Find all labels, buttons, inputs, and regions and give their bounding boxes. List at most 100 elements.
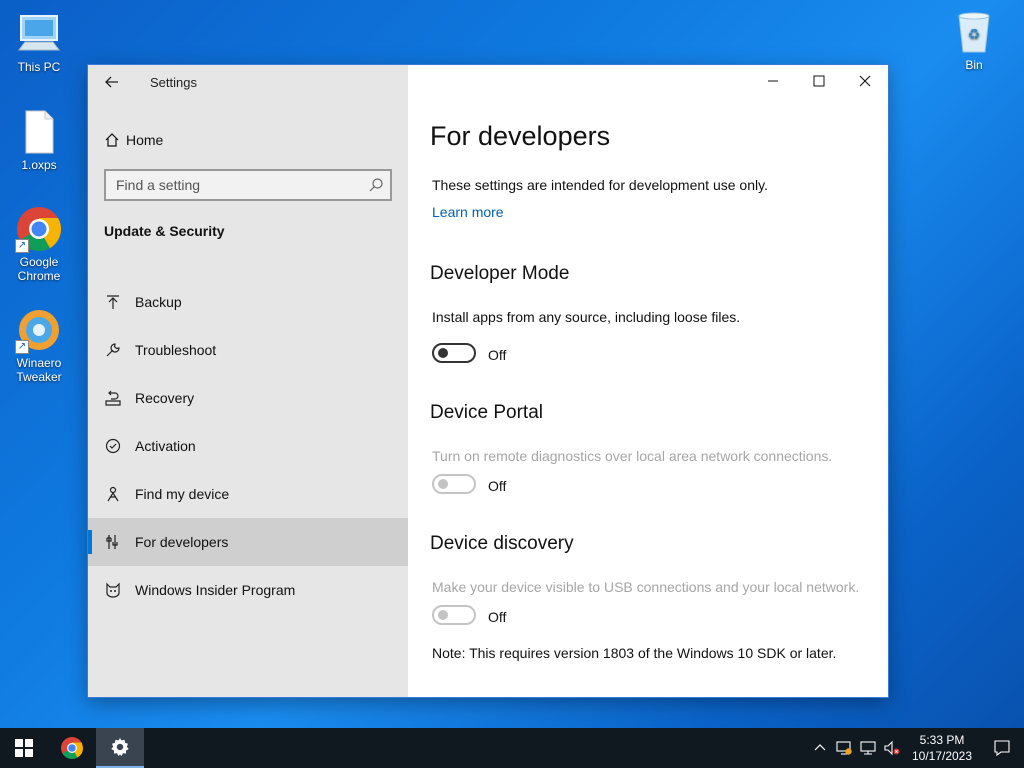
tray-network-button[interactable] xyxy=(856,728,880,768)
toggle-knob xyxy=(438,348,448,358)
desktop-icon-recycle-bin[interactable]: ♻ Bin xyxy=(939,8,1009,72)
sidebar-item-label: Troubleshoot xyxy=(135,342,217,358)
sidebar-item-recovery[interactable]: Recovery xyxy=(88,374,408,422)
check-circle-icon xyxy=(104,437,122,455)
desktop-icon-winaero-tweaker[interactable]: ↗ Winaero Tweaker xyxy=(4,306,74,384)
search-input[interactable] xyxy=(106,171,346,199)
sidebar-item-find-my-device[interactable]: Find my device xyxy=(88,470,408,518)
computer-icon xyxy=(15,10,63,58)
home-label: Home xyxy=(126,132,164,148)
device-discovery-state: Off xyxy=(488,609,507,625)
sidebar-item-label: For developers xyxy=(135,534,229,550)
maximize-button[interactable] xyxy=(796,65,842,97)
toggle-knob xyxy=(438,610,448,620)
content-pane: For developers These settings are intend… xyxy=(408,65,888,697)
section-title: Update & Security xyxy=(104,223,225,239)
svg-text:♻: ♻ xyxy=(968,27,981,43)
desktop-icon-google-chrome[interactable]: ↗ Google Chrome xyxy=(4,205,74,283)
close-button[interactable] xyxy=(842,65,888,97)
wrench-icon xyxy=(104,341,122,359)
intro-text: These settings are intended for developm… xyxy=(432,177,768,193)
home-link[interactable]: Home xyxy=(104,129,163,151)
page-title: For developers xyxy=(430,121,611,151)
chevron-up-icon xyxy=(814,744,826,751)
device-portal-toggle[interactable] xyxy=(432,474,476,494)
toggle-knob xyxy=(438,479,448,489)
notification-icon xyxy=(994,740,1010,757)
shortcut-arrow-icon: ↗ xyxy=(15,239,29,253)
network-icon xyxy=(860,741,876,755)
gear-icon xyxy=(111,738,129,756)
sidebar-item-troubleshoot[interactable]: Troubleshoot xyxy=(88,326,408,374)
taskbar-settings-button[interactable] xyxy=(96,728,144,768)
settings-window: Settings Home Update & Security Backup xyxy=(88,65,888,697)
winaero-tweaker-icon: ↗ xyxy=(15,306,63,354)
desktop-icon-label: 1.oxps xyxy=(21,158,57,172)
chrome-icon xyxy=(61,737,83,759)
search-box[interactable] xyxy=(104,169,392,201)
taskbar-chrome-button[interactable] xyxy=(48,728,96,768)
show-hidden-icons-button[interactable] xyxy=(808,728,832,768)
taskbar: 5:33 PM 10/17/2023 xyxy=(0,728,1024,768)
sdk-note: Note: This requires version 1803 of the … xyxy=(432,645,837,661)
developer-mode-state: Off xyxy=(488,347,507,363)
desktop-icon-label: Google Chrome xyxy=(17,255,61,283)
developer-mode-heading: Developer Mode xyxy=(430,263,570,284)
sidebar-item-label: Activation xyxy=(135,438,196,454)
volume-muted-icon xyxy=(884,740,900,756)
close-icon xyxy=(859,75,871,87)
sidebar-item-activation[interactable]: Activation xyxy=(88,422,408,470)
maximize-icon xyxy=(813,75,825,87)
sidebar-item-windows-insider-program[interactable]: Windows Insider Program xyxy=(88,566,408,614)
device-portal-description: Turn on remote diagnostics over local ar… xyxy=(432,448,833,464)
window-controls xyxy=(750,65,888,97)
sidebar-item-backup[interactable]: Backup xyxy=(88,278,408,326)
clock-time: 5:33 PM xyxy=(919,733,965,747)
sidebar-item-label: Recovery xyxy=(135,390,195,406)
minimize-button[interactable] xyxy=(750,65,796,97)
sidebar-item-label: Find my device xyxy=(135,486,230,502)
device-portal-state: Off xyxy=(488,478,507,494)
system-tray: 5:33 PM 10/17/2023 xyxy=(808,728,1024,768)
backup-arrow-icon xyxy=(104,293,122,311)
desktop-icon-label: Winaero Tweaker xyxy=(16,356,62,384)
action-center-button[interactable] xyxy=(980,728,1024,768)
minimize-icon xyxy=(768,80,778,82)
document-file-icon xyxy=(15,108,63,156)
device-discovery-heading: Device discovery xyxy=(430,533,574,554)
person-locate-icon xyxy=(104,485,122,503)
search-icon[interactable] xyxy=(368,177,384,193)
monitor-warning-icon xyxy=(836,741,852,755)
taskbar-clock[interactable]: 5:33 PM 10/17/2023 xyxy=(904,732,980,764)
tray-volume-button[interactable] xyxy=(880,728,904,768)
learn-more-link[interactable]: Learn more xyxy=(432,204,504,220)
recycle-bin-icon: ♻ xyxy=(950,8,998,56)
developer-tools-icon xyxy=(104,533,122,551)
recovery-icon xyxy=(104,389,122,407)
desktop-icon-oxps-file[interactable]: 1.oxps xyxy=(4,108,74,172)
device-discovery-description: Make your device visible to USB connecti… xyxy=(432,579,860,595)
home-icon xyxy=(105,133,119,147)
windows-logo-icon xyxy=(15,739,33,757)
start-button[interactable] xyxy=(0,728,48,768)
desktop-icon-label: Bin xyxy=(965,58,983,72)
developer-mode-description: Install apps from any source, including … xyxy=(432,309,741,325)
back-button[interactable] xyxy=(102,71,124,93)
developer-mode-toggle[interactable] xyxy=(432,343,476,363)
sidebar-item-label: Windows Insider Program xyxy=(135,582,296,598)
nav-list: Backup Troubleshoot Recovery Activation xyxy=(88,278,408,614)
clock-date: 10/17/2023 xyxy=(911,749,973,763)
tray-security-button[interactable] xyxy=(832,728,856,768)
desktop-icon-label: This PC xyxy=(17,60,61,74)
sidebar-item-for-developers[interactable]: For developers xyxy=(88,518,408,566)
shortcut-arrow-icon: ↗ xyxy=(15,340,29,354)
sidebar-item-label: Backup xyxy=(135,294,182,310)
back-arrow-icon xyxy=(105,76,118,88)
app-title: Settings xyxy=(150,75,197,90)
title-bar: Settings xyxy=(88,65,408,97)
device-discovery-toggle[interactable] xyxy=(432,605,476,625)
device-portal-heading: Device Portal xyxy=(430,402,543,423)
desktop-icon-this-pc[interactable]: This PC xyxy=(4,10,74,74)
chrome-icon: ↗ xyxy=(15,205,63,253)
sidebar: Settings Home Update & Security Backup xyxy=(88,65,408,697)
